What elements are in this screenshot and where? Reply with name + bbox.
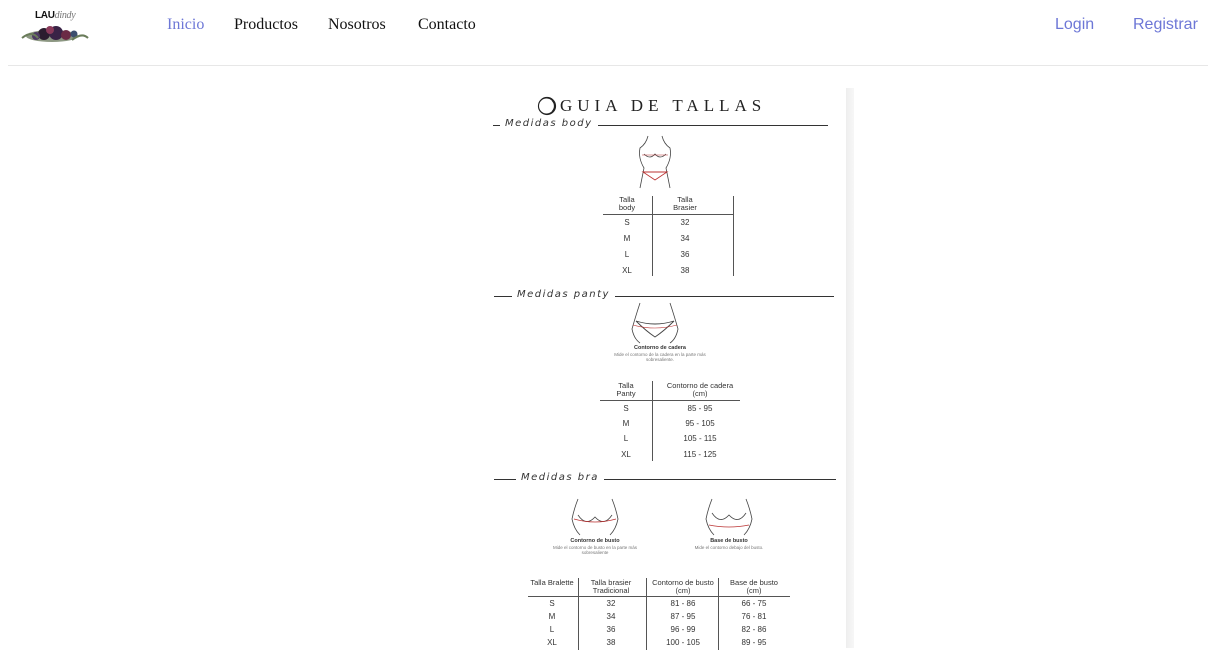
bust-base-figure-icon xyxy=(705,498,753,536)
bra-table-divider-3 xyxy=(718,578,719,650)
panty-figure-icon xyxy=(631,302,679,344)
table-cell: XL xyxy=(547,638,557,647)
body-table-header-rule xyxy=(603,214,733,215)
table-cell: M xyxy=(623,234,631,243)
brand-name: LAU xyxy=(35,10,55,21)
header-divider xyxy=(8,65,1208,66)
panty-caption: Contorno de cadera xyxy=(634,345,686,351)
table-cell: 38 xyxy=(606,638,616,647)
brand-logo[interactable]: LAUdindy xyxy=(14,8,92,46)
table-cell: 36 xyxy=(680,250,690,259)
bra-caption-right: Base de busto xyxy=(710,538,748,544)
bust-contour-figure-icon xyxy=(571,498,619,536)
bra-header-contorno: Contorno de busto (cm) xyxy=(652,578,714,595)
table-cell: L xyxy=(624,250,630,259)
table-cell: L xyxy=(623,434,629,443)
table-cell: XL xyxy=(621,450,631,459)
bra-table-divider-1 xyxy=(578,578,579,650)
bra-header-base: Base de busto (cm) xyxy=(730,578,778,595)
body-figure-icon xyxy=(639,135,671,189)
login-link[interactable]: Login xyxy=(1055,16,1094,34)
table-cell: 85 - 95 xyxy=(687,404,713,413)
table-cell: 95 - 105 xyxy=(685,419,715,428)
table-cell: 100 - 105 xyxy=(666,638,700,647)
bra-header-tradicional: Talla brasier Tradicional xyxy=(590,578,632,595)
section-bra-label: Medidas bra xyxy=(516,472,604,483)
bra-header-bralette: Talla Bralette xyxy=(530,578,574,587)
nav-contacto[interactable]: Contacto xyxy=(418,16,476,34)
table-cell: S xyxy=(623,404,629,413)
body-header-talla-brasier: Talla Brasier xyxy=(673,195,697,212)
table-cell: 76 - 81 xyxy=(741,612,767,621)
size-guide-shadow xyxy=(846,88,854,648)
panty-table-divider xyxy=(652,381,653,461)
table-cell: 34 xyxy=(680,234,690,243)
section-panty-label: Medidas panty xyxy=(512,289,615,300)
table-cell: 66 - 75 xyxy=(741,599,767,608)
table-cell: M xyxy=(622,419,630,428)
table-cell: 81 - 86 xyxy=(670,599,696,608)
table-cell: XL xyxy=(622,266,632,275)
nav-inicio[interactable]: Inicio xyxy=(167,16,204,34)
body-table-divider xyxy=(652,196,653,276)
table-cell: L xyxy=(549,625,555,634)
bra-table-divider-2 xyxy=(646,578,647,650)
bra-caption-right-sub: Mide el contorno debajo del busto. xyxy=(694,545,764,550)
panty-table-header-rule xyxy=(600,400,740,401)
register-link[interactable]: Registrar xyxy=(1133,16,1198,34)
navbar: LAUdindy Inicio Productos Nosotros Conta… xyxy=(0,0,1208,60)
table-cell: 38 xyxy=(680,266,690,275)
size-guide-title: GUIA DE TALLAS xyxy=(560,96,767,115)
nav-productos[interactable]: Productos xyxy=(234,16,298,34)
table-cell: 87 - 95 xyxy=(670,612,696,621)
table-cell: S xyxy=(549,599,555,608)
table-cell: S xyxy=(624,218,630,227)
body-header-talla-body: Talla body xyxy=(618,195,636,212)
nav-nosotros[interactable]: Nosotros xyxy=(328,16,386,34)
table-cell: 32 xyxy=(680,218,690,227)
section-body-label: Medidas body xyxy=(500,118,598,129)
table-cell: 105 - 115 xyxy=(683,434,717,443)
table-cell: M xyxy=(548,612,556,621)
bra-table-header-rule xyxy=(528,596,790,597)
panty-header-contorno: Contorno de cadera (cm) xyxy=(666,381,734,398)
table-cell: 34 xyxy=(606,612,616,621)
bra-caption-left: Contorno de busto xyxy=(570,538,620,544)
table-cell: 36 xyxy=(606,625,616,634)
panty-caption-sub: Mide el contorno de la cadera en la part… xyxy=(614,352,706,362)
bra-caption-left-sub: Mide el contorno de busto en la parte má… xyxy=(552,545,638,555)
brand-tagline: dindy xyxy=(54,10,76,21)
table-cell: 89 - 95 xyxy=(741,638,767,647)
table-cell: 82 - 86 xyxy=(741,625,767,634)
panty-header-talla: Talla Panty xyxy=(616,381,636,398)
brand-mark-icon xyxy=(537,96,557,116)
table-cell: 115 - 125 xyxy=(683,450,717,459)
table-cell: 32 xyxy=(606,599,616,608)
body-table-edge xyxy=(733,196,734,276)
table-cell: 96 - 99 xyxy=(670,625,696,634)
